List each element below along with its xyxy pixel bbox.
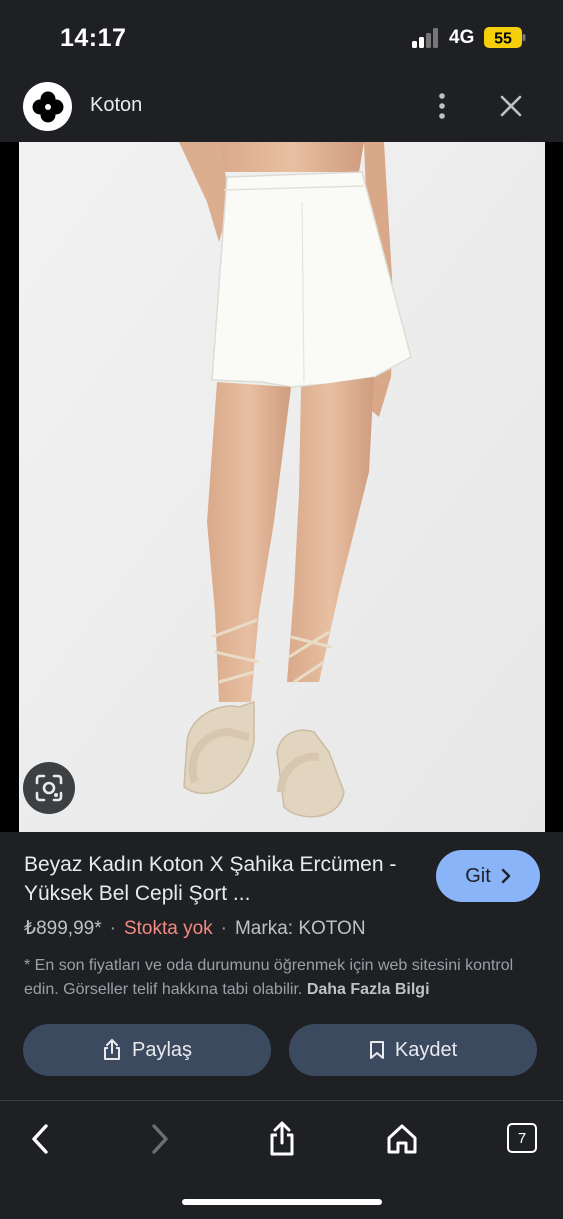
tabs-button[interactable]: 7: [507, 1123, 537, 1153]
home-icon: [387, 1124, 417, 1154]
close-icon: [500, 95, 522, 117]
share-page-icon: [270, 1121, 294, 1156]
go-button-label: Git: [465, 864, 491, 887]
viewer-header: Koton: [0, 70, 563, 142]
close-button[interactable]: [495, 90, 527, 122]
more-info-link[interactable]: Daha Fazla Bilgi: [307, 981, 430, 998]
save-button[interactable]: Kaydet: [289, 1024, 537, 1076]
product-title[interactable]: Beyaz Kadın Koton X Şahika Ercümen - Yük…: [24, 850, 424, 908]
status-time: 14:17: [60, 24, 127, 52]
stock-status: Stokta yok: [123, 918, 213, 939]
product-meta: ₺899,99* · Stokta yok · Marka: KOTON: [24, 917, 366, 940]
site-name[interactable]: Koton: [90, 94, 142, 117]
share-label: Paylaş: [131, 1038, 193, 1061]
product-info-panel: Beyaz Kadın Koton X Şahika Ercümen - Yük…: [0, 832, 563, 1100]
share-button[interactable]: Paylaş: [23, 1024, 271, 1076]
product-image[interactable]: [19, 142, 545, 832]
koton-clover-icon: [32, 91, 63, 122]
lens-search-icon: [35, 774, 63, 802]
disclaimer-text: * En son fiyatları ve oda durumunu öğren…: [24, 957, 514, 998]
site-logo[interactable]: [23, 82, 72, 131]
home-indicator[interactable]: [182, 1199, 382, 1205]
forward-arrow-icon: [152, 1124, 168, 1154]
separator-dot: ·: [109, 918, 116, 939]
more-options-button[interactable]: [428, 90, 456, 122]
browser-toolbar: 7: [0, 1101, 563, 1219]
bookmark-icon: [369, 1041, 384, 1059]
shorts-model-photo: [19, 142, 545, 832]
save-label: Kaydet: [394, 1038, 458, 1061]
share-page-button[interactable]: [262, 1119, 302, 1159]
network-type: 4G: [449, 27, 475, 48]
back-arrow-icon: [32, 1124, 48, 1154]
back-button[interactable]: [20, 1119, 60, 1159]
chevron-right-icon: [501, 868, 510, 884]
product-price: ₺899,99*: [24, 918, 102, 939]
product-brand: Marka: KOTON: [234, 918, 366, 939]
share-icon: [103, 1039, 120, 1060]
disclaimer: * En son fiyatları ve oda durumunu öğren…: [24, 954, 539, 1002]
battery-level: 55: [494, 31, 512, 48]
separator-dot: ·: [220, 918, 227, 939]
cellular-signal-icon: [412, 28, 438, 48]
go-to-site-button[interactable]: Git: [436, 850, 540, 902]
battery-icon: 55: [484, 27, 526, 48]
more-vert-icon: [439, 93, 445, 119]
image-viewer: [0, 142, 563, 832]
home-button[interactable]: [382, 1119, 422, 1159]
status-bar: 14:17 4G 55: [0, 0, 563, 70]
lens-search-button[interactable]: [23, 762, 75, 814]
forward-button[interactable]: [140, 1119, 180, 1159]
